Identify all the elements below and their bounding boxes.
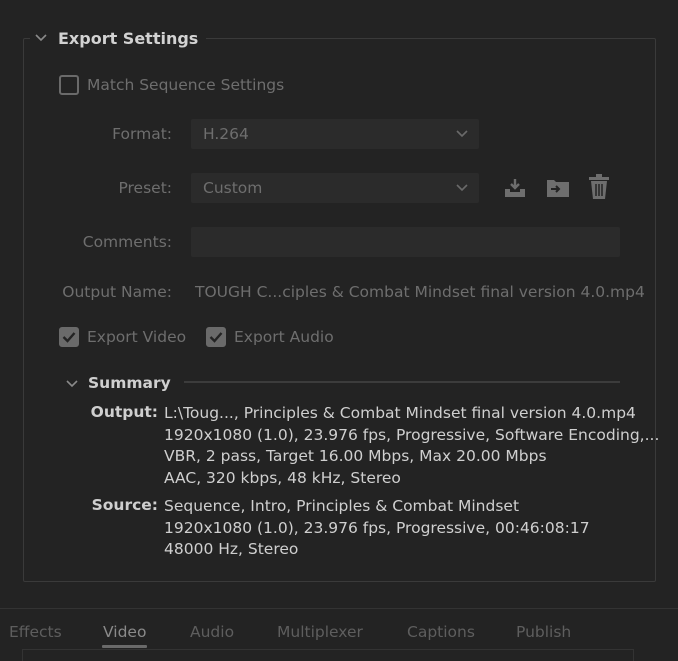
tab-audio[interactable]: Audio	[190, 623, 234, 641]
output-summary-line: AAC, 320 kbps, 48 kHz, Stereo	[164, 468, 401, 487]
chevron-down-icon[interactable]	[30, 28, 52, 48]
output-name-link[interactable]: TOUGH C...ciples & Combat Mindset final …	[195, 283, 645, 301]
delete-preset-icon[interactable]	[585, 173, 613, 201]
export-audio-checkbox[interactable]	[206, 327, 226, 347]
import-preset-icon[interactable]	[544, 174, 572, 202]
tab-multiplexer[interactable]: Multiplexer	[277, 623, 363, 641]
source-summary-line: Sequence, Intro, Principles & Combat Min…	[164, 497, 520, 515]
save-preset-icon[interactable]	[501, 174, 529, 202]
source-summary-line: 48000 Hz, Stereo	[164, 540, 299, 558]
export-video-checkbox[interactable]	[59, 327, 79, 347]
output-summary: L:\Toug..., Principles & Combat Mindset …	[164, 403, 659, 489]
output-summary-label: Output:	[90, 403, 158, 421]
source-summary-label: Source:	[91, 496, 158, 514]
comments-input[interactable]	[191, 227, 620, 257]
match-sequence-checkbox-row[interactable]: Match Sequence Settings	[59, 75, 284, 95]
tab-captions[interactable]: Captions	[407, 623, 475, 641]
chevron-down-icon	[455, 181, 469, 199]
chevron-down-icon	[455, 127, 469, 145]
output-name-label: Output Name:	[62, 283, 172, 301]
export-audio-label: Export Audio	[234, 328, 334, 346]
summary-divider	[184, 381, 620, 383]
output-summary-line: VBR, 2 pass, Target 16.00 Mbps, Max 20.0…	[164, 447, 547, 465]
tab-video[interactable]: Video	[103, 623, 146, 641]
tab-effects[interactable]: Effects	[9, 623, 62, 641]
export-audio-checkbox-row[interactable]: Export Audio	[206, 327, 334, 347]
preset-value: Custom	[203, 179, 263, 197]
format-value: H.264	[203, 125, 249, 143]
comments-label: Comments:	[82, 233, 172, 251]
export-video-label: Export Video	[87, 328, 187, 346]
source-summary: Sequence, Intro, Principles & Combat Min…	[164, 496, 590, 561]
match-sequence-checkbox[interactable]	[59, 75, 79, 95]
summary-header[interactable]: Summary	[66, 373, 171, 392]
chevron-down-icon[interactable]	[66, 373, 78, 392]
section-title: Export Settings	[58, 28, 199, 48]
active-tab-indicator	[102, 645, 147, 648]
match-sequence-label: Match Sequence Settings	[87, 76, 285, 94]
format-select[interactable]: H.264	[191, 119, 479, 149]
output-summary-line: L:\Toug..., Principles & Combat Mindset …	[164, 404, 636, 422]
preset-select[interactable]: Custom	[191, 173, 479, 203]
format-label: Format:	[112, 125, 172, 143]
export-video-checkbox-row[interactable]: Export Video	[59, 327, 186, 347]
tab-publish[interactable]: Publish	[516, 623, 571, 641]
export-settings-header[interactable]: Export Settings	[30, 28, 207, 48]
preset-label: Preset:	[118, 179, 172, 197]
tab-content-edge	[22, 649, 634, 661]
summary-title: Summary	[88, 373, 171, 392]
output-summary-line: 1920x1080 (1.0), 23.976 fps, Progressive…	[164, 425, 660, 444]
source-summary-line: 1920x1080 (1.0), 23.976 fps, Progressive…	[164, 518, 590, 537]
